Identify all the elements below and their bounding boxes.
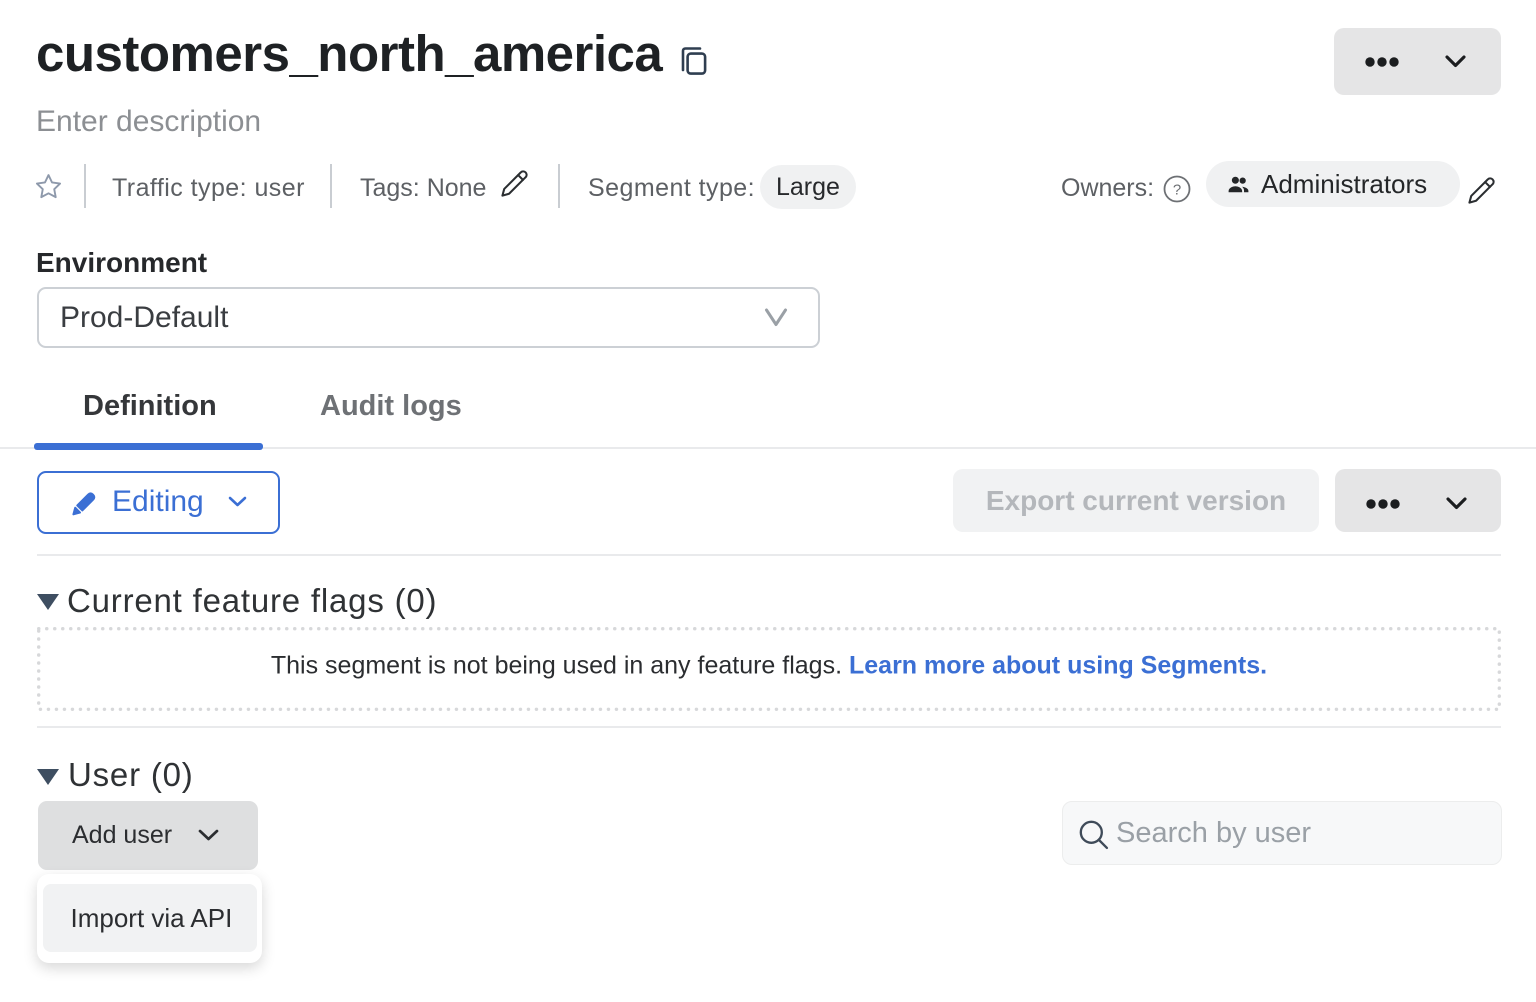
svg-text:?: ? <box>1173 182 1181 199</box>
